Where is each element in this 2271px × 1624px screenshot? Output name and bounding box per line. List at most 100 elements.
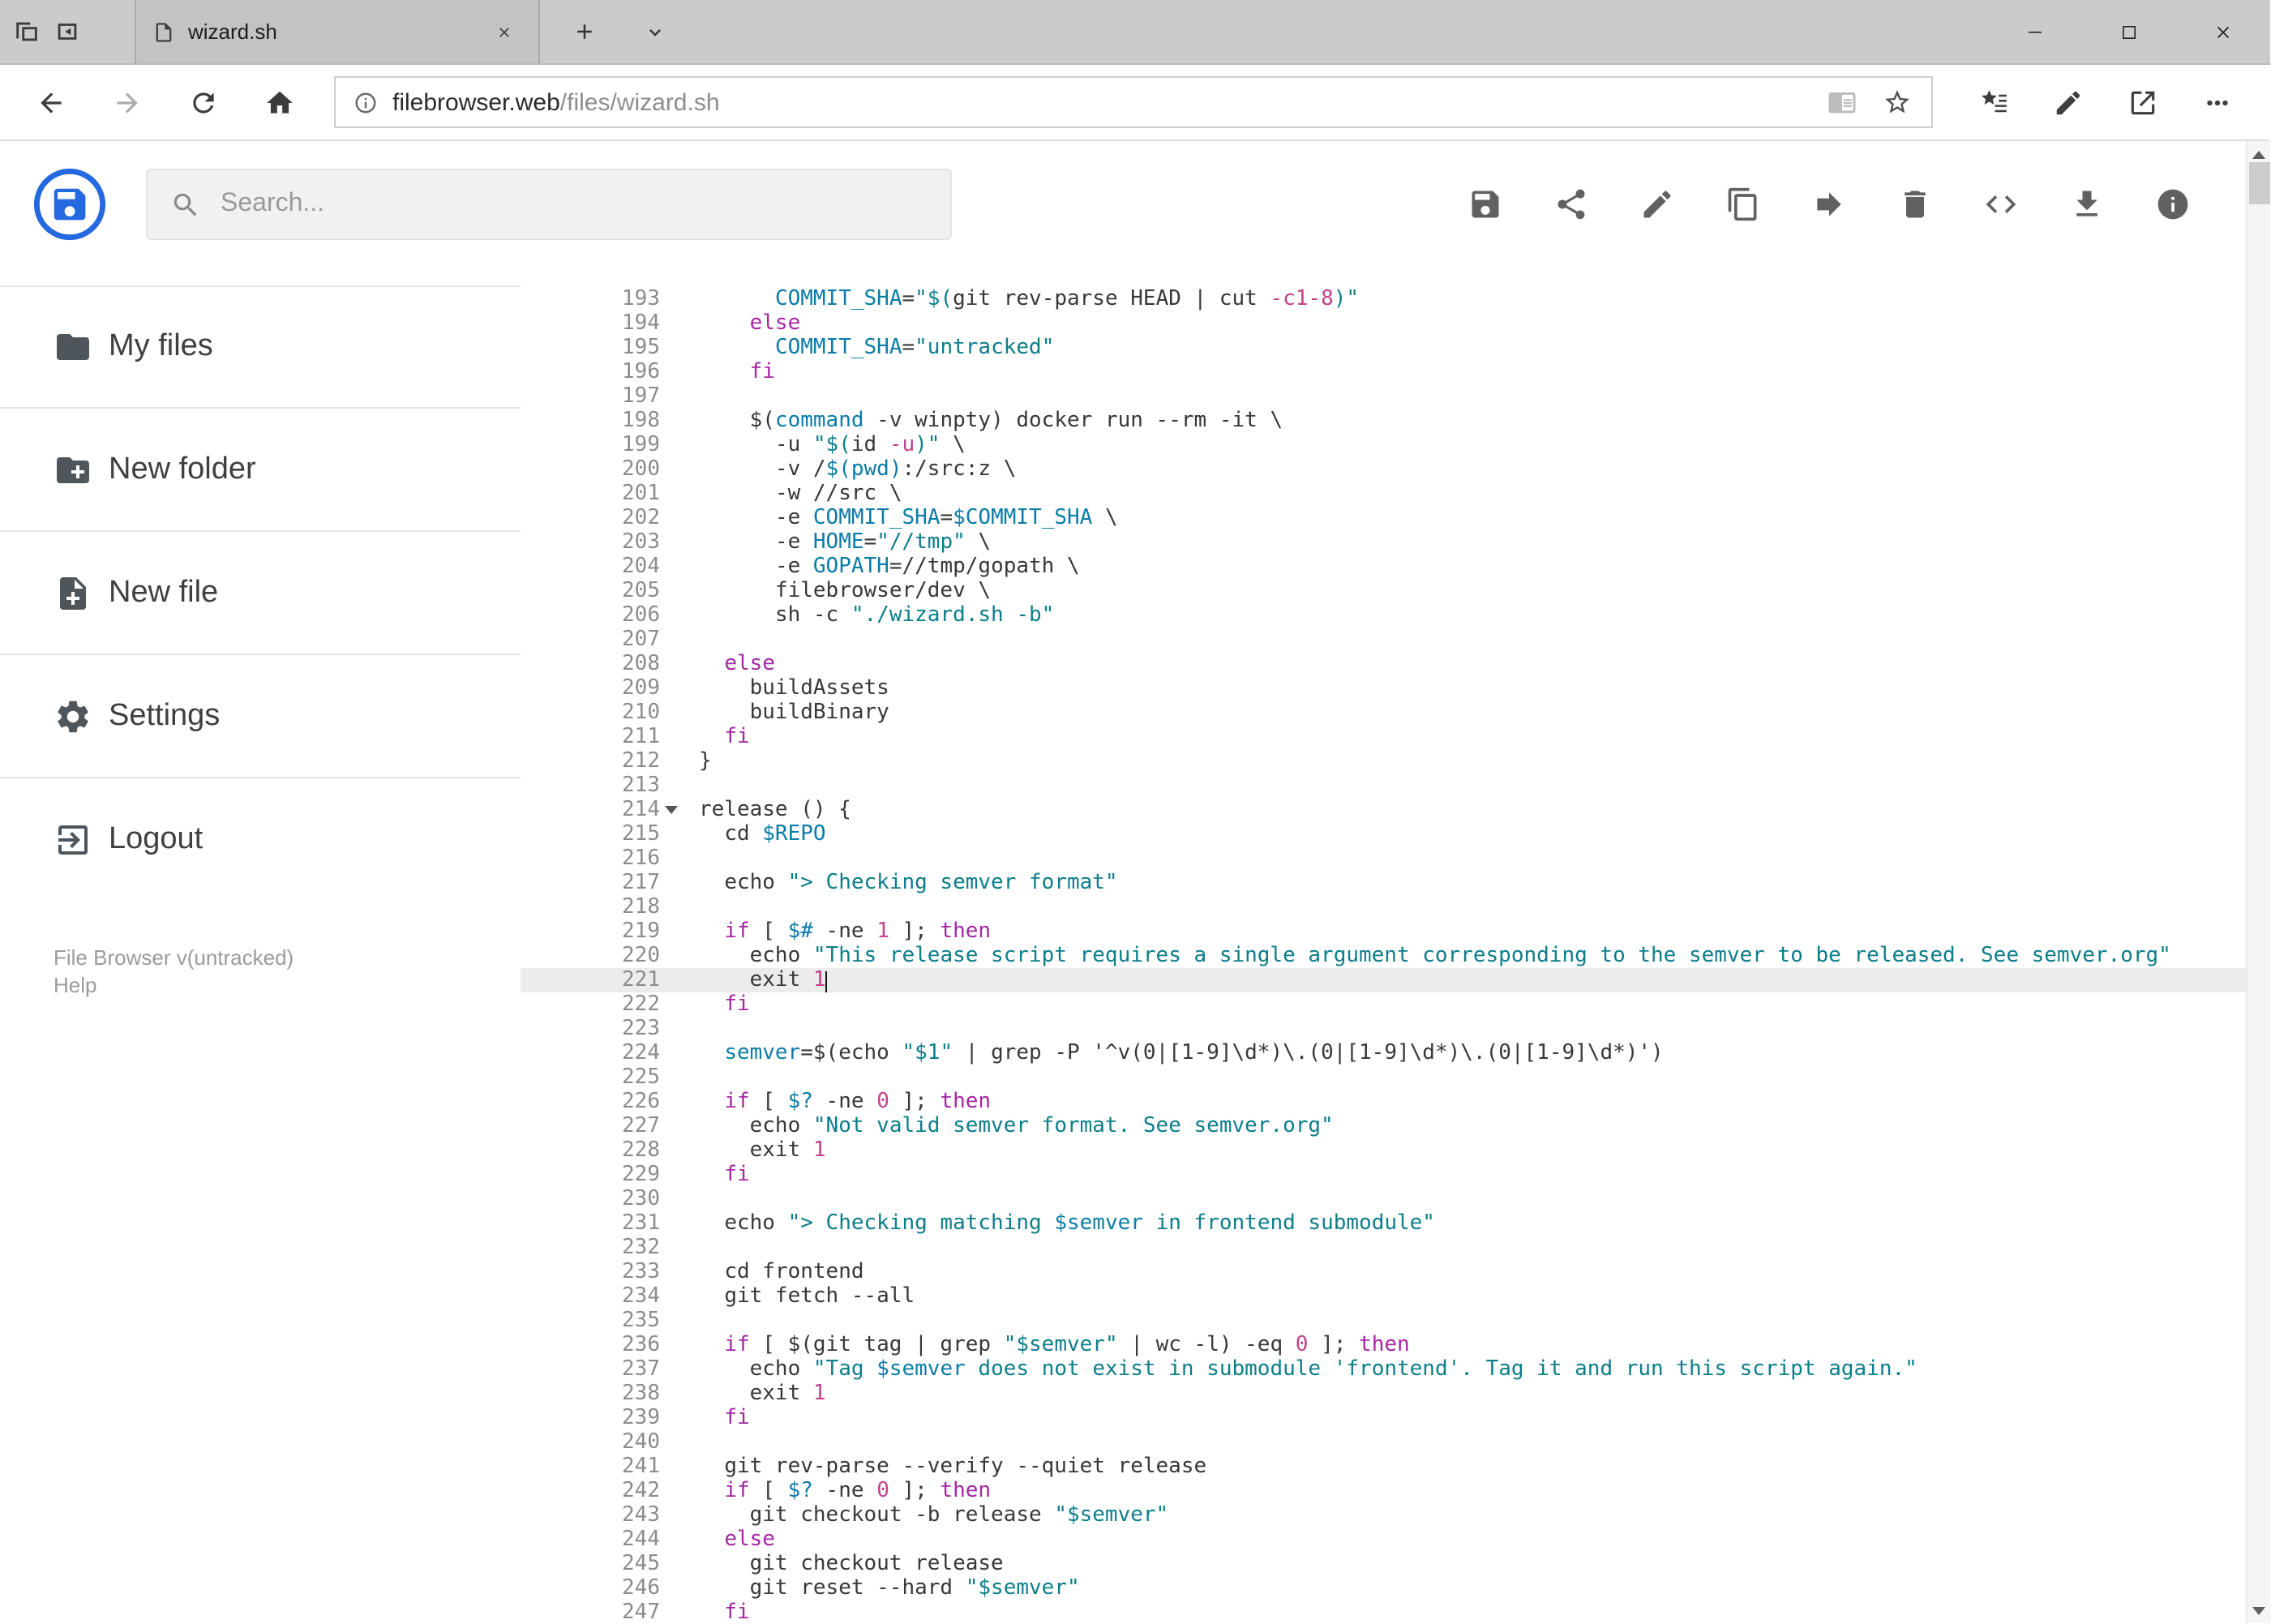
move-button[interactable]	[1811, 186, 1847, 222]
code-text: exit 1	[749, 1382, 826, 1406]
reading-view-icon[interactable]	[1828, 88, 1857, 117]
code-line: 226 if [ $? -ne 0 ]; then	[521, 1090, 2246, 1114]
scrollbar[interactable]	[2246, 141, 2270, 1623]
code-text: if [ $# -ne 1 ]; then	[724, 919, 992, 944]
code-line: 200 -v /$(pwd):/src:z \	[521, 457, 2246, 482]
code-line: 194 else	[521, 311, 2246, 336]
line-number: 196	[622, 360, 660, 384]
code-line: 199 -u "$(id -u)" \	[521, 433, 2246, 457]
code-line: 206 sh -c "./wizard.sh -b"	[521, 603, 2246, 628]
code-text: else	[749, 311, 801, 336]
line-number: 240	[622, 1430, 660, 1455]
tabs-you-set-aside-button[interactable]	[54, 18, 81, 45]
code-text: filebrowser/dev \	[774, 579, 992, 603]
code-line: 222 fi	[521, 992, 2246, 1017]
logout-icon	[58, 825, 88, 855]
code-line: 208 else	[521, 652, 2246, 676]
code-text: git rev-parse --verify --quiet release	[724, 1455, 1207, 1479]
code-line: 196 fi	[521, 360, 2246, 384]
info-button[interactable]	[2155, 186, 2191, 222]
share-page-icon	[2130, 90, 2154, 114]
search-input[interactable]	[221, 190, 950, 219]
tab-wizard-sh[interactable]: wizard.sh	[135, 0, 540, 63]
editor-pane[interactable]: 193 COMMIT_SHA="$(git rev-parse HEAD | c…	[521, 268, 2246, 1623]
favorite-star-icon[interactable]	[1883, 88, 1912, 117]
tab-close-button[interactable]	[486, 14, 522, 49]
minimize-button[interactable]	[1988, 0, 2082, 63]
download-icon	[2076, 191, 2097, 216]
line-number: 229	[622, 1163, 660, 1187]
code-text: exit 1	[749, 968, 828, 992]
minimize-icon	[2029, 31, 2042, 32]
sidebar-item-logout[interactable]: Logout	[0, 778, 521, 902]
sidebar-item-settings[interactable]: Settings	[0, 655, 521, 778]
forward-button[interactable]	[89, 64, 165, 140]
line-number: 223	[622, 1017, 660, 1041]
rename-button[interactable]	[1639, 186, 1675, 222]
share-button[interactable]	[1553, 186, 1589, 222]
code-editor[interactable]: 193 COMMIT_SHA="$(git rev-parse HEAD | c…	[521, 268, 2246, 1623]
text-cursor	[825, 971, 828, 992]
line-number: 247	[622, 1600, 660, 1623]
code-text: fi	[724, 1600, 750, 1623]
maximize-button[interactable]	[2082, 0, 2176, 63]
code-button[interactable]	[1983, 186, 2019, 222]
code-line: 193 COMMIT_SHA="$(git rev-parse HEAD | c…	[521, 287, 2246, 311]
page-icon	[156, 22, 172, 41]
line-number: 205	[622, 579, 660, 603]
copy-icon	[1728, 187, 1757, 221]
scroll-thumb[interactable]	[2249, 162, 2270, 204]
scroll-down-button[interactable]	[2247, 1599, 2270, 1623]
more-button[interactable]	[2179, 64, 2254, 140]
close-window-button[interactable]	[2176, 0, 2270, 63]
code-line: 241 git rev-parse --verify --quiet relea…	[521, 1455, 2246, 1479]
copy-button[interactable]	[1725, 186, 1761, 222]
line-number: 199	[622, 433, 660, 457]
code-text: if [ $(git tag | grep "$semver" | wc -l)…	[724, 1333, 1410, 1357]
refresh-button[interactable]	[165, 64, 242, 140]
line-number: 206	[622, 603, 660, 628]
sidebar-item-new-file[interactable]: New file	[0, 532, 521, 655]
code-line: 235	[521, 1309, 2246, 1333]
hub-button[interactable]	[1956, 64, 2030, 140]
fold-marker-icon[interactable]	[665, 806, 678, 821]
download-button[interactable]	[2069, 186, 2105, 222]
line-number: 230	[622, 1187, 660, 1211]
home-button[interactable]	[242, 64, 318, 140]
line-number: 218	[622, 895, 660, 919]
share-page-button[interactable]	[2105, 64, 2179, 140]
tab-bar: wizard.sh	[0, 0, 2270, 65]
code-line: 224 semver=$(echo "$1" | grep -P '^v(0|[…	[521, 1041, 2246, 1065]
sidebar-item-new-folder[interactable]: New folder	[0, 409, 521, 532]
code-line: 209 buildAssets	[521, 676, 2246, 701]
back-button[interactable]	[13, 64, 89, 140]
search-box[interactable]	[146, 169, 952, 240]
more-dots-icon	[2206, 99, 2227, 105]
delete-button[interactable]	[1897, 186, 1933, 222]
address-bar[interactable]: filebrowser.web/files/wizard.sh	[334, 76, 1933, 128]
refresh-icon	[193, 92, 214, 113]
set-tabs-aside-button[interactable]	[13, 18, 41, 45]
web-note-button[interactable]	[2030, 64, 2105, 140]
help-link[interactable]: Help	[54, 971, 521, 999]
site-info-icon	[355, 92, 376, 113]
code-line: 242 if [ $? -ne 0 ]; then	[521, 1479, 2246, 1503]
code-line: 247 fi	[521, 1600, 2246, 1623]
line-number: 234	[622, 1284, 660, 1309]
line-number: 203	[622, 530, 660, 555]
tab-preview-toggle[interactable]	[631, 0, 679, 63]
line-number: 243	[622, 1503, 660, 1528]
file-toolbar	[1468, 186, 2191, 222]
new-tab-button[interactable]	[559, 0, 608, 63]
code-line: 202 -e COMMIT_SHA=$COMMIT_SHA \	[521, 506, 2246, 530]
sidebar-item-label: Logout	[109, 822, 204, 856]
code-line: 231 echo "> Checking matching $semver in…	[521, 1211, 2246, 1236]
sidebar-item-my-files[interactable]: My files	[0, 285, 521, 409]
code-line: 212}	[521, 749, 2246, 773]
code-text: semver=$(echo "$1" | grep -P '^v(0|[1-9]…	[724, 1041, 1664, 1065]
save-button[interactable]	[1468, 186, 1503, 222]
